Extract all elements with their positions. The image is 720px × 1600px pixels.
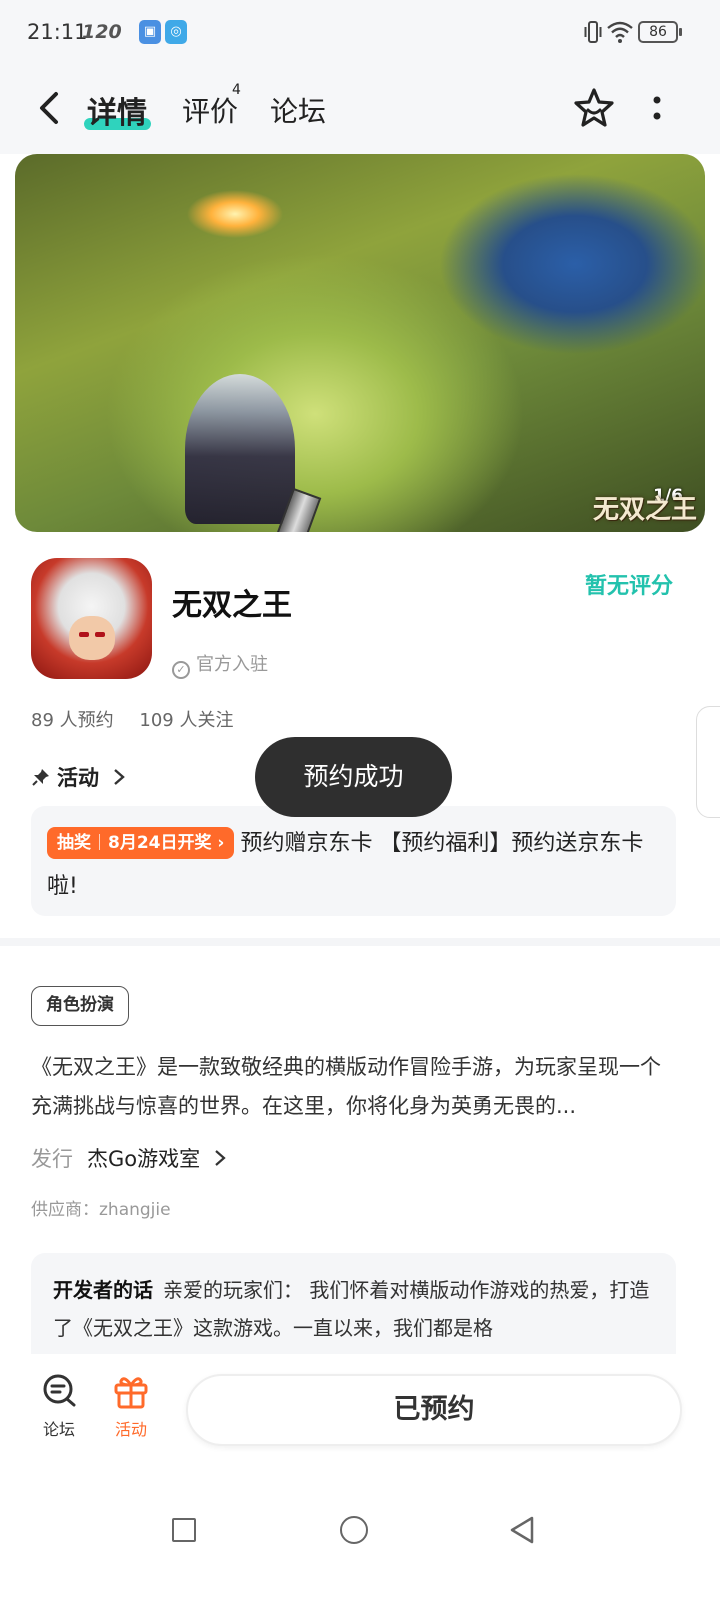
banner-game-logo: 无双之王	[592, 495, 697, 525]
app-title: 无双之王	[172, 588, 292, 623]
bottom-activity-label: 活动	[114, 1420, 147, 1439]
app-icon-eye	[79, 632, 89, 637]
status-bar: 21:11 120 ▣ ◎ 86	[0, 0, 720, 64]
section-divider	[0, 938, 720, 946]
forum-chat-icon	[43, 1374, 76, 1407]
activity-section-header[interactable]: 活动	[31, 762, 126, 792]
app-icon-eye	[95, 632, 105, 637]
app-stats: 89 人预约 109 人关注	[31, 706, 253, 732]
verified-check-icon: ✓	[172, 661, 190, 679]
recent-apps-icon[interactable]	[172, 1518, 196, 1542]
publisher-row[interactable]: 发行 杰Go游戏室	[31, 1143, 227, 1173]
publisher-label: 发行	[31, 1147, 73, 1171]
system-navigation-bar	[0, 1470, 720, 1600]
media-carousel[interactable]: 1/6 无双之王	[15, 154, 705, 532]
activity-heading: 活动	[57, 766, 99, 790]
bottom-forum-label: 论坛	[42, 1420, 75, 1439]
genre-tag[interactable]: 角色扮演	[31, 986, 129, 1026]
bottom-forum-button[interactable]: 论坛	[34, 1372, 84, 1440]
bottom-activity-button[interactable]: 活动	[106, 1372, 156, 1440]
home-icon[interactable]	[340, 1516, 368, 1544]
system-back-icon[interactable]	[508, 1515, 536, 1545]
chevron-right-icon	[215, 1150, 226, 1166]
app-icon-face	[69, 616, 115, 660]
gift-icon	[114, 1377, 148, 1409]
status-time: 21:11	[27, 20, 88, 44]
pin-icon	[32, 769, 49, 786]
developer-note-card[interactable]: 开发者的话 亲爱的玩家们： 我们怀着对横版动作游戏的热爱，打造了《无双之王》这款游…	[31, 1253, 676, 1363]
tab-review[interactable]: 评价	[182, 90, 238, 130]
reservation-count: 89 人预约	[31, 710, 114, 731]
activity-card[interactable]: 抽奖 8月24日开奖 › 预约赠京东卡 【预约福利】预约送京东卡啦!	[31, 806, 676, 916]
refresh-rate-indicator: 120	[82, 21, 122, 43]
favorite-star-icon[interactable]	[572, 86, 616, 130]
bottom-action-bar: 论坛 活动 已预约	[0, 1354, 720, 1470]
wifi-icon	[607, 21, 633, 43]
top-nav-bar: 详情 评价 4 论坛	[0, 64, 720, 154]
official-label: 官方入驻	[196, 654, 268, 675]
banner-artwork-character	[185, 374, 295, 524]
notification-app-icon: ◎	[165, 20, 187, 44]
chevron-right-icon	[114, 769, 126, 785]
lottery-date: 8月24日开奖	[108, 833, 212, 853]
lottery-type: 抽奖	[57, 833, 91, 853]
side-edge-handle[interactable]	[696, 706, 720, 818]
battery-indicator: 86	[638, 21, 682, 43]
vibrate-icon	[584, 21, 602, 43]
developer-note-title: 开发者的话	[53, 1278, 153, 1302]
app-icon	[31, 558, 152, 679]
notification-app-icon: ▣	[139, 20, 161, 44]
publisher-name: 杰Go游戏室	[87, 1147, 201, 1171]
follower-count: 109 人关注	[139, 710, 234, 731]
game-description[interactable]: 《无双之王》是一款致敬经典的横版动作冒险手游，为玩家呈现一个充满挑战与惊喜的世界…	[31, 1048, 681, 1126]
tab-forum[interactable]: 论坛	[270, 90, 326, 130]
lottery-tag: 抽奖 8月24日开奖 ›	[47, 827, 235, 859]
reserved-button[interactable]: 已预约	[186, 1374, 682, 1446]
back-arrow-icon[interactable]	[36, 90, 64, 126]
rating-status: 暂无评分	[585, 574, 674, 599]
toast-message: 预约成功	[255, 737, 452, 817]
tab-detail[interactable]: 详情	[87, 88, 147, 132]
more-options-icon[interactable]	[650, 92, 664, 126]
official-badge: ✓ 官方入驻	[172, 650, 268, 679]
supplier-info: 供应商：zhangjie	[31, 1200, 171, 1220]
review-count-badge: 4	[232, 82, 241, 98]
